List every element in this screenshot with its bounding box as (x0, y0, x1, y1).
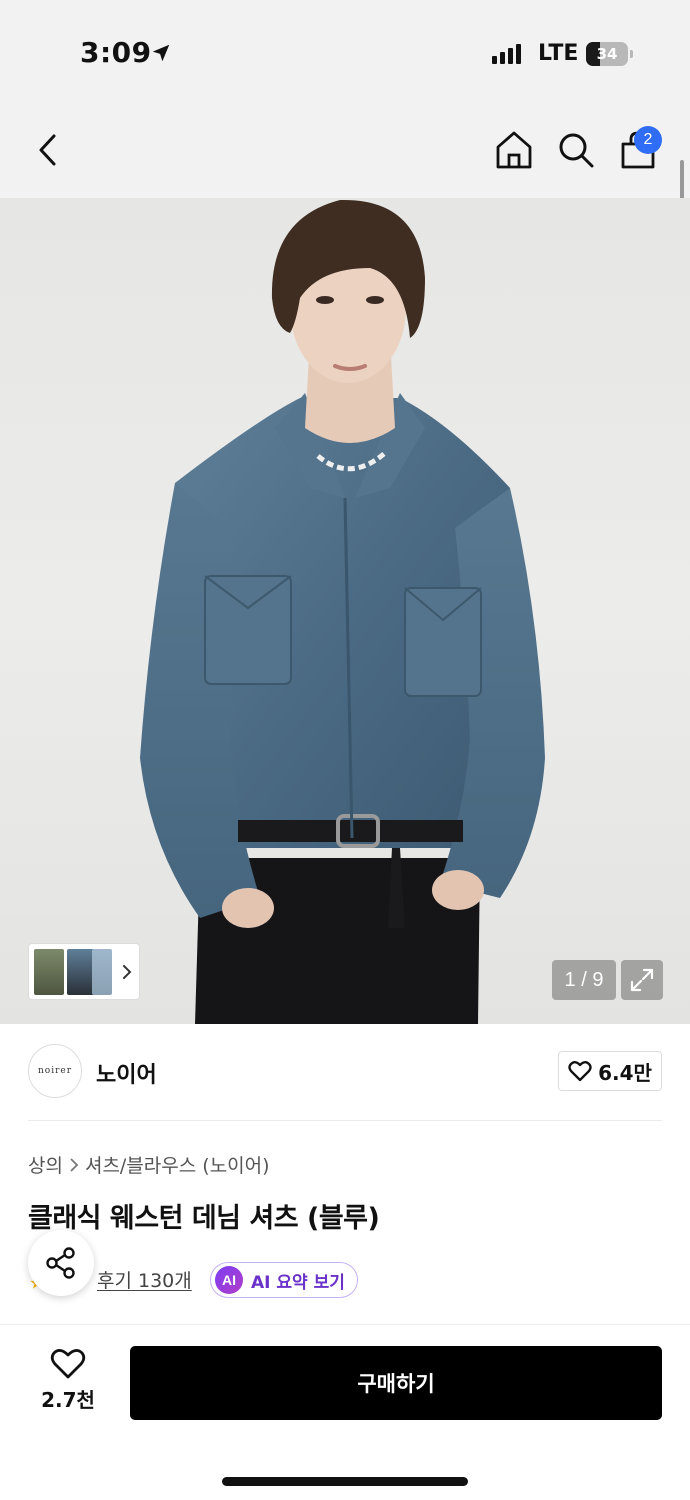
home-indicator (222, 1477, 468, 1486)
thumbnail-1[interactable] (34, 949, 64, 995)
location-arrow-icon (152, 44, 170, 62)
breadcrumb-category[interactable]: 상의 (28, 1151, 63, 1178)
share-button[interactable] (28, 1230, 94, 1296)
brand-like-count: 6.4만 (598, 1060, 652, 1085)
buy-button[interactable]: 구매하기 (130, 1346, 662, 1420)
chevron-left-icon (39, 134, 56, 166)
wishlist-count: 2.7천 (41, 1388, 95, 1412)
status-time: 3:09 (80, 36, 152, 69)
ai-summary-button[interactable]: AI AI 요약 보기 (210, 1262, 358, 1298)
share-icon (46, 1247, 75, 1279)
network-label: LTE (538, 41, 579, 66)
brand-like-button[interactable]: 6.4만 (558, 1051, 662, 1091)
ai-badge: AI (215, 1266, 243, 1294)
breadcrumb-subcategory[interactable]: 셔츠/블라우스 (노이어) (85, 1151, 270, 1178)
review-link[interactable]: 후기 130개 (97, 1266, 192, 1293)
signal-icon (492, 44, 521, 64)
chevron-right-icon (123, 965, 132, 979)
nav-bar (0, 100, 690, 198)
expand-icon (630, 968, 654, 992)
wishlist-button[interactable]: 2.7천 (28, 1348, 108, 1420)
thumbnail-3[interactable] (92, 949, 112, 995)
thumbnail-strip[interactable] (28, 943, 140, 1000)
divider (28, 1120, 662, 1121)
battery-icon: 34 (586, 42, 628, 66)
battery-level: 34 (596, 45, 618, 63)
search-icon (559, 133, 594, 168)
back-button[interactable] (26, 128, 70, 172)
product-image[interactable] (0, 198, 690, 1024)
breadcrumb: 상의 셔츠/블라우스 (노이어) (28, 1151, 270, 1178)
model-photo (140, 199, 545, 1024)
status-bar: 3:09 LTE 34 (0, 0, 690, 100)
home-button[interactable] (492, 128, 536, 172)
chevron-right-icon (70, 1157, 79, 1172)
brand-logo[interactable]: noirer (28, 1044, 82, 1098)
search-button[interactable] (554, 128, 598, 172)
cart-count-badge: 2 (634, 126, 662, 154)
brand-name[interactable]: 노이어 (96, 1057, 157, 1089)
product-title: 클래식 웨스턴 데님 셔츠 (블루) (28, 1203, 380, 1234)
image-counter: 1 / 9 (552, 960, 616, 1000)
heart-icon (50, 1349, 86, 1379)
heart-icon (568, 1061, 592, 1082)
expand-button[interactable] (621, 960, 663, 1000)
home-icon (496, 131, 532, 169)
ai-summary-label: AI 요약 보기 (251, 1272, 345, 1293)
